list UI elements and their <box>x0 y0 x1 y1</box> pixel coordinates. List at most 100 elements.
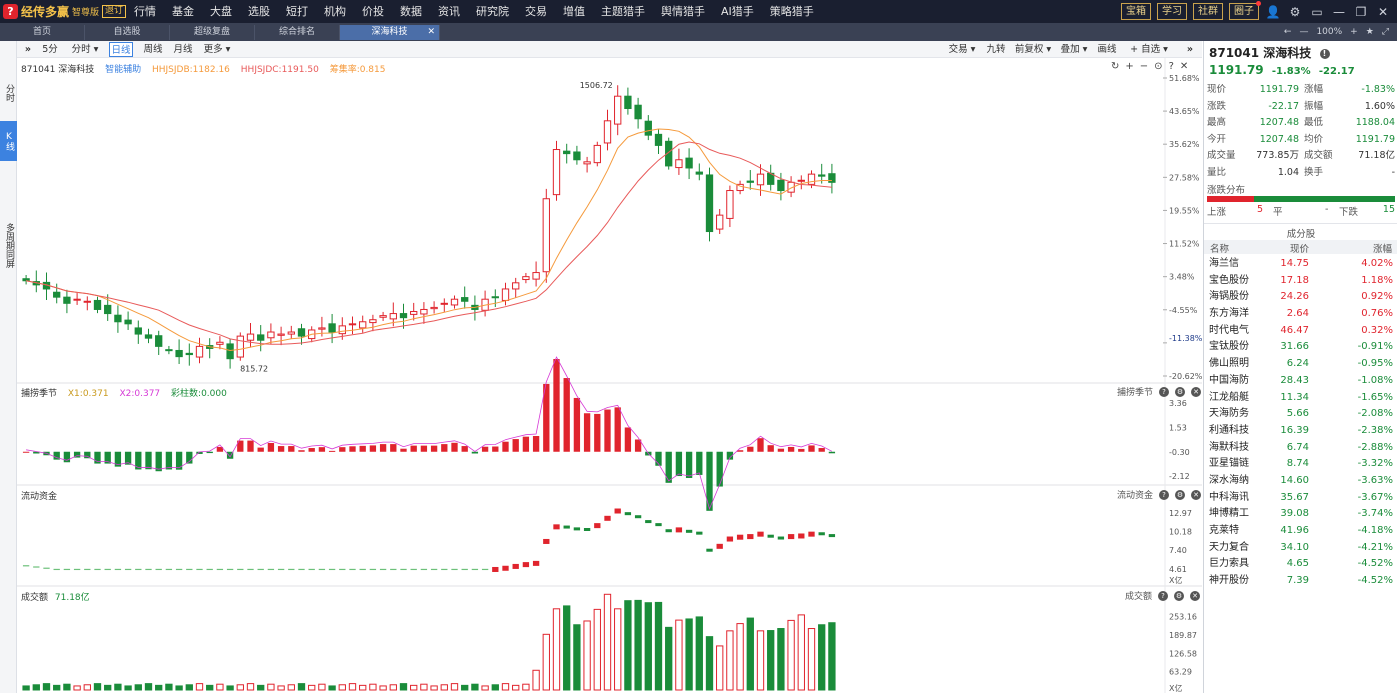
osc-title[interactable]: 捕捞季节 <box>21 389 57 399</box>
zoom-control-3[interactable]: + <box>1350 25 1358 40</box>
zoom-in-icon[interactable]: + <box>1125 61 1133 72</box>
component-row[interactable]: 巨力索具 4.65 -4.52% <box>1204 556 1397 573</box>
nav-item-13[interactable]: 舆情猎手 <box>653 0 713 23</box>
nav-item-11[interactable]: 增值 <box>555 0 593 23</box>
zoom-control-5[interactable]: ⤢ <box>1382 25 1389 40</box>
help-icon[interactable]: ? <box>1159 386 1170 397</box>
chart-area[interactable]: 51.68% 43.65% 35.62% 27.58% 19.55% 11.52% 3.48… <box>17 58 1202 693</box>
tool-button-2[interactable]: 前复权 ▾ <box>1013 42 1053 57</box>
top-button-1[interactable]: 学习 <box>1157 3 1187 20</box>
col-pct[interactable]: 涨幅 <box>1373 241 1392 255</box>
nav-item-0[interactable]: 行情 <box>126 0 164 23</box>
close-icon[interactable]: ✕ <box>1375 5 1391 19</box>
nav-item-8[interactable]: 资讯 <box>430 0 468 23</box>
side-tab-2[interactable]: 多周期同屏 <box>0 209 17 281</box>
component-row[interactable]: 天力复合 34.10 -4.21% <box>1204 540 1397 557</box>
edition-tag[interactable]: 退订 <box>102 5 127 18</box>
minimize-icon[interactable]: — <box>1331 5 1347 19</box>
settings-icon[interactable]: ⚙ <box>1175 489 1186 500</box>
component-row[interactable]: 宝色股份 17.18 1.18% <box>1204 273 1397 290</box>
tab-0[interactable]: 首页 <box>0 25 85 40</box>
target-icon[interactable]: ⊙ <box>1154 61 1162 72</box>
tool-button-3[interactable]: 叠加 ▾ <box>1057 42 1091 57</box>
nav-item-7[interactable]: 数据 <box>392 0 430 23</box>
nav-item-2[interactable]: 大盘 <box>202 0 240 23</box>
component-row[interactable]: 海兰信 14.75 4.02% <box>1204 256 1397 273</box>
info-icon[interactable]: ! <box>1319 49 1330 59</box>
kline-chart-svg[interactable]: 51.68% 43.65% 35.62% 27.58% 19.55% 11.52% 3.48… <box>17 58 1202 693</box>
component-row[interactable]: 亚星锚链 8.74 -3.32% <box>1204 456 1397 473</box>
component-row[interactable]: 天海防务 5.66 -2.08% <box>1204 406 1397 423</box>
nav-item-9[interactable]: 研究院 <box>468 0 517 23</box>
nav-item-5[interactable]: 机构 <box>316 0 354 23</box>
nav-item-15[interactable]: 策略猎手 <box>762 0 822 23</box>
vol-title[interactable]: 成交额 <box>21 593 48 603</box>
zoom-control-2[interactable]: 100% <box>1316 25 1342 40</box>
close-icon[interactable]: ✕ <box>1190 590 1201 601</box>
help-icon[interactable]: ? <box>1159 489 1170 500</box>
side-tab-1[interactable]: K线 <box>0 121 17 161</box>
period-button-3[interactable]: 周线 <box>141 42 165 57</box>
nav-item-1[interactable]: 基金 <box>164 0 202 23</box>
flow-title-right[interactable]: 流动资金 <box>1117 488 1153 501</box>
help-icon[interactable]: ? <box>1158 590 1169 601</box>
app-logo[interactable]: ? 经传多赢 智尊版 退订 <box>3 3 127 20</box>
component-row[interactable]: 江龙船艇 11.34 -1.65% <box>1204 390 1397 407</box>
close-icon[interactable]: ✕ <box>1180 61 1188 72</box>
gear-icon[interactable]: ⚙ <box>1287 5 1303 19</box>
restore-icon[interactable]: ❐ <box>1353 5 1369 19</box>
nav-item-4[interactable]: 短打 <box>278 0 316 23</box>
top-button-2[interactable]: 社群 <box>1193 3 1223 20</box>
collapse-right-icon[interactable]: » <box>1183 42 1197 57</box>
vol-title-right[interactable]: 成交额 <box>1125 589 1152 602</box>
settings-icon[interactable]: ⚙ <box>1175 386 1186 397</box>
component-row[interactable]: 宝钛股份 31.66 -0.91% <box>1204 339 1397 356</box>
top-button-3[interactable]: 圈子 <box>1229 1 1261 20</box>
help-icon[interactable]: ? <box>1169 61 1174 72</box>
tool-button-4[interactable]: 画线 <box>1095 42 1119 57</box>
period-button-4[interactable]: 月线 <box>171 42 195 57</box>
zoom-control-1[interactable]: — <box>1299 25 1308 40</box>
zoom-control-4[interactable]: ★ <box>1366 25 1374 40</box>
tab-2[interactable]: 超级复盘 <box>170 25 255 40</box>
col-name[interactable]: 名称 <box>1210 241 1229 255</box>
tab-3[interactable]: 综合排名 <box>255 25 340 40</box>
smart-assist-toggle[interactable]: 智能辅助 <box>105 65 141 75</box>
settings-icon[interactable]: ⚙ <box>1174 590 1185 601</box>
tab-4[interactable]: 深海科技 ✕ <box>340 25 440 40</box>
window-icon[interactable]: ▭ <box>1309 5 1325 19</box>
component-row[interactable]: 海默科技 6.74 -2.88% <box>1204 440 1397 457</box>
component-row[interactable]: 深水海纳 14.60 -3.63% <box>1204 473 1397 490</box>
osc-title-right[interactable]: 捕捞季节 <box>1117 385 1153 398</box>
nav-item-3[interactable]: 选股 <box>240 0 278 23</box>
close-icon[interactable]: ✕ <box>1191 489 1202 500</box>
period-button-2[interactable]: 日线 <box>109 42 133 57</box>
flow-title[interactable]: 流动资金 <box>21 492 57 502</box>
expand-icon[interactable]: » <box>21 42 35 57</box>
component-row[interactable]: 中科海讯 35.67 -3.67% <box>1204 490 1397 507</box>
component-row[interactable]: 坤博精工 39.08 -3.74% <box>1204 506 1397 523</box>
tab-1[interactable]: 自选股 <box>85 25 170 40</box>
component-row[interactable]: 神开股份 7.39 -4.52% <box>1204 573 1397 590</box>
zoom-out-icon[interactable]: − <box>1140 61 1148 72</box>
nav-item-10[interactable]: 交易 <box>517 0 555 23</box>
tool-button-5[interactable]: + 自选 ▾ <box>1123 42 1175 57</box>
component-row[interactable]: 东方海洋 2.64 0.76% <box>1204 306 1397 323</box>
period-button-1[interactable]: 分时 ▾ <box>67 42 103 57</box>
nav-item-14[interactable]: AI猎手 <box>713 0 762 23</box>
top-button-0[interactable]: 宝箱 <box>1121 3 1151 20</box>
tool-button-0[interactable]: 交易 ▾ <box>945 42 979 57</box>
close-tab-icon[interactable]: ✕ <box>427 25 435 40</box>
nav-item-12[interactable]: 主题猎手 <box>593 0 653 23</box>
component-row[interactable]: 时代电气 46.47 0.32% <box>1204 323 1397 340</box>
component-row[interactable]: 海锅股份 24.26 0.92% <box>1204 289 1397 306</box>
period-button-0[interactable]: 5分 <box>39 42 61 57</box>
user-icon[interactable]: 👤 <box>1265 5 1281 19</box>
col-price[interactable]: 现价 <box>1290 241 1309 255</box>
component-row[interactable]: 克莱特 41.96 -4.18% <box>1204 523 1397 540</box>
side-tab-0[interactable]: 分时 <box>0 65 17 121</box>
refresh-icon[interactable]: ↻ <box>1111 61 1119 72</box>
zoom-control-0[interactable]: ← <box>1284 25 1292 40</box>
component-row[interactable]: 佛山照明 6.24 -0.95% <box>1204 356 1397 373</box>
component-row[interactable]: 中国海防 28.43 -1.08% <box>1204 373 1397 390</box>
